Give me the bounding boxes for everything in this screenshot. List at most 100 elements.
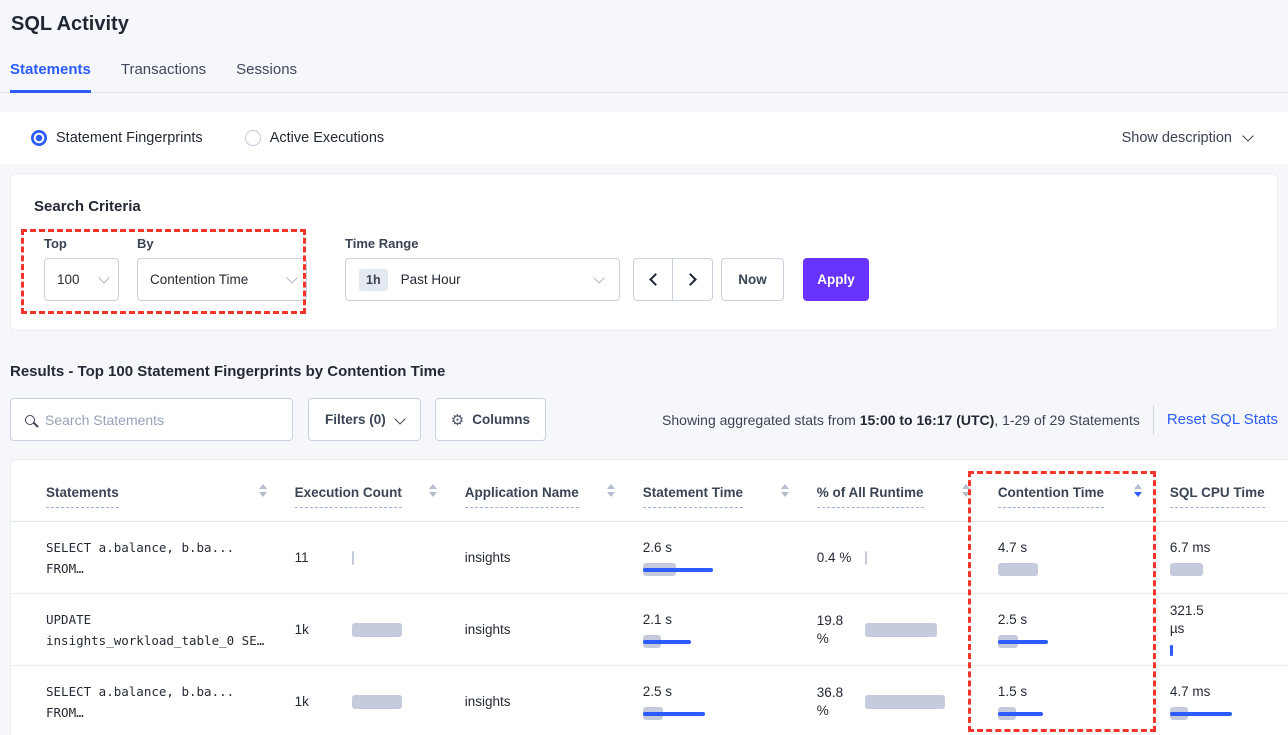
previous-interval-button[interactable] xyxy=(634,259,673,300)
next-interval-button[interactable] xyxy=(673,259,712,300)
results-title: Results - Top 100 Statement Fingerprints… xyxy=(10,363,1288,380)
sql-cpu-time-cell: 6.7 ms xyxy=(1170,539,1288,576)
show-description-toggle[interactable]: Show description xyxy=(1122,130,1252,146)
tab-transactions[interactable]: Transactions xyxy=(121,61,206,93)
column-header-sql-cpu-time[interactable]: SQL CPU Time xyxy=(1170,485,1288,496)
top-select-value: 100 xyxy=(57,272,80,287)
sort-icon[interactable] xyxy=(962,484,970,497)
statement-time-cell: 2.5 s xyxy=(643,683,817,720)
statement-line1: UPDATE xyxy=(46,609,295,630)
vertical-divider xyxy=(1153,405,1154,435)
table-row: SELECT a.balance, b.ba... FROM… 1k insig… xyxy=(11,666,1288,735)
sort-icon[interactable] xyxy=(259,484,267,497)
by-field: By Contention Time xyxy=(137,236,307,301)
by-select[interactable]: Contention Time xyxy=(137,258,307,301)
top-select[interactable]: 100 xyxy=(44,258,119,301)
columns-button[interactable]: ⚙ Columns xyxy=(435,398,546,441)
execution-count-bar xyxy=(352,623,402,637)
column-header-execution-count[interactable]: Execution Count xyxy=(295,484,465,497)
column-header-statement-time[interactable]: Statement Time xyxy=(643,484,817,497)
radio-selected-icon[interactable] xyxy=(31,130,47,146)
pct-runtime-value: 0.4 % xyxy=(817,549,865,567)
tab-sessions[interactable]: Sessions xyxy=(236,61,297,93)
time-step-buttons xyxy=(633,258,713,301)
stats-summary-group: Showing aggregated stats from 15:00 to 1… xyxy=(662,405,1278,435)
chevron-down-icon xyxy=(593,272,604,283)
statement-link[interactable]: SELECT a.balance, b.ba... FROM… xyxy=(46,681,295,723)
search-statements-box xyxy=(10,398,293,441)
chevron-down-icon xyxy=(98,272,109,283)
sort-icon[interactable] xyxy=(429,484,437,497)
sort-icon-active-desc[interactable] xyxy=(1134,484,1142,497)
execution-count-bar xyxy=(352,551,354,565)
time-range-label: Time Range xyxy=(345,236,620,251)
sql-activity-page: SQL Activity Statements Transactions Ses… xyxy=(0,0,1288,735)
time-range-value: Past Hour xyxy=(401,272,461,287)
contention-time-cell: 2.5 s xyxy=(998,611,1170,648)
tab-statements[interactable]: Statements xyxy=(10,61,91,93)
chevron-down-icon xyxy=(1242,130,1253,141)
contention-time-value: 1.5 s xyxy=(998,683,1170,701)
search-input[interactable] xyxy=(45,412,265,428)
statement-line2: insights_workload_table_0 SE… xyxy=(46,630,295,651)
criteria-fields-row: Top 100 By Contention Time Time Range 1h… xyxy=(34,236,1253,301)
statement-line2: FROM… xyxy=(46,702,295,723)
contention-time-cell: 1.5 s xyxy=(998,683,1170,720)
sql-cpu-time-cell: 4.7 ms xyxy=(1170,683,1288,720)
apply-button[interactable]: Apply xyxy=(803,258,869,301)
pct-runtime-cell: 0.4 % xyxy=(817,549,998,567)
statement-time-bar xyxy=(643,707,763,720)
table-row: SELECT a.balance, b.ba... FROM… 11 insig… xyxy=(11,522,1288,594)
table-row: UPDATE insights_workload_table_0 SE… 1k … xyxy=(11,594,1288,666)
statement-time-value: 2.6 s xyxy=(643,539,817,557)
contention-time-value: 2.5 s xyxy=(998,611,1170,629)
column-header-pct-runtime[interactable]: % of All Runtime xyxy=(817,484,998,497)
results-toolbar: Filters (0) ⚙ Columns Showing aggregated… xyxy=(10,398,1278,441)
radio-statement-fingerprints[interactable]: Statement Fingerprints xyxy=(31,130,203,146)
sort-icon[interactable] xyxy=(607,484,615,497)
column-header-contention-time[interactable]: Contention Time xyxy=(998,484,1170,497)
execution-count-value: 1k xyxy=(295,694,352,709)
time-range-badge: 1h xyxy=(359,269,388,291)
sql-cpu-time-value: 6.7 ms xyxy=(1170,539,1288,557)
view-mode-bar: Statement Fingerprints Active Executions… xyxy=(0,112,1288,164)
statement-link[interactable]: UPDATE insights_workload_table_0 SE… xyxy=(46,609,295,651)
search-criteria-title: Search Criteria xyxy=(34,198,1253,215)
now-button[interactable]: Now xyxy=(721,258,784,301)
radio-unselected-icon[interactable] xyxy=(245,130,261,146)
application-name-cell: insights xyxy=(465,622,643,637)
column-header-statements[interactable]: Statements xyxy=(46,484,295,497)
statement-link[interactable]: SELECT a.balance, b.ba... FROM… xyxy=(46,537,295,579)
page-header: SQL Activity xyxy=(0,0,1288,36)
show-description-label: Show description xyxy=(1122,130,1232,146)
sort-icon[interactable] xyxy=(781,484,789,497)
sql-cpu-time-bar xyxy=(1170,563,1288,576)
contention-time-value: 4.7 s xyxy=(998,539,1170,557)
statement-line1: SELECT a.balance, b.ba... xyxy=(46,681,295,702)
contention-time-bar xyxy=(998,707,1118,720)
stats-prefix: Showing aggregated stats from xyxy=(662,412,860,428)
contention-time-cell: 4.7 s xyxy=(998,539,1170,576)
reset-sql-stats-link[interactable]: Reset SQL Stats xyxy=(1167,411,1278,428)
time-range-select[interactable]: 1h Past Hour xyxy=(345,258,620,301)
search-icon xyxy=(25,415,35,425)
column-header-application-name[interactable]: Application Name xyxy=(465,484,643,497)
tab-bar: Statements Transactions Sessions xyxy=(0,61,1288,93)
contention-time-bar xyxy=(998,563,1118,576)
pct-runtime-bar xyxy=(865,623,937,637)
radio-active-executions[interactable]: Active Executions xyxy=(245,130,384,146)
columns-label: Columns xyxy=(472,412,530,427)
execution-count-value: 11 xyxy=(295,550,352,565)
execution-count-bar xyxy=(352,695,402,709)
column-label: Application Name xyxy=(465,485,579,508)
stats-summary: Showing aggregated stats from 15:00 to 1… xyxy=(662,412,1140,428)
pct-runtime-value: 19.8 xyxy=(817,612,865,630)
radio-label: Active Executions xyxy=(270,130,384,146)
by-label: By xyxy=(137,236,307,251)
sql-cpu-time-bar xyxy=(1170,644,1288,657)
filters-button[interactable]: Filters (0) xyxy=(308,398,421,441)
application-name-cell: insights xyxy=(465,694,643,709)
execution-count-value: 1k xyxy=(295,622,352,637)
filters-label: Filters (0) xyxy=(325,412,386,427)
column-label: % of All Runtime xyxy=(817,485,924,508)
